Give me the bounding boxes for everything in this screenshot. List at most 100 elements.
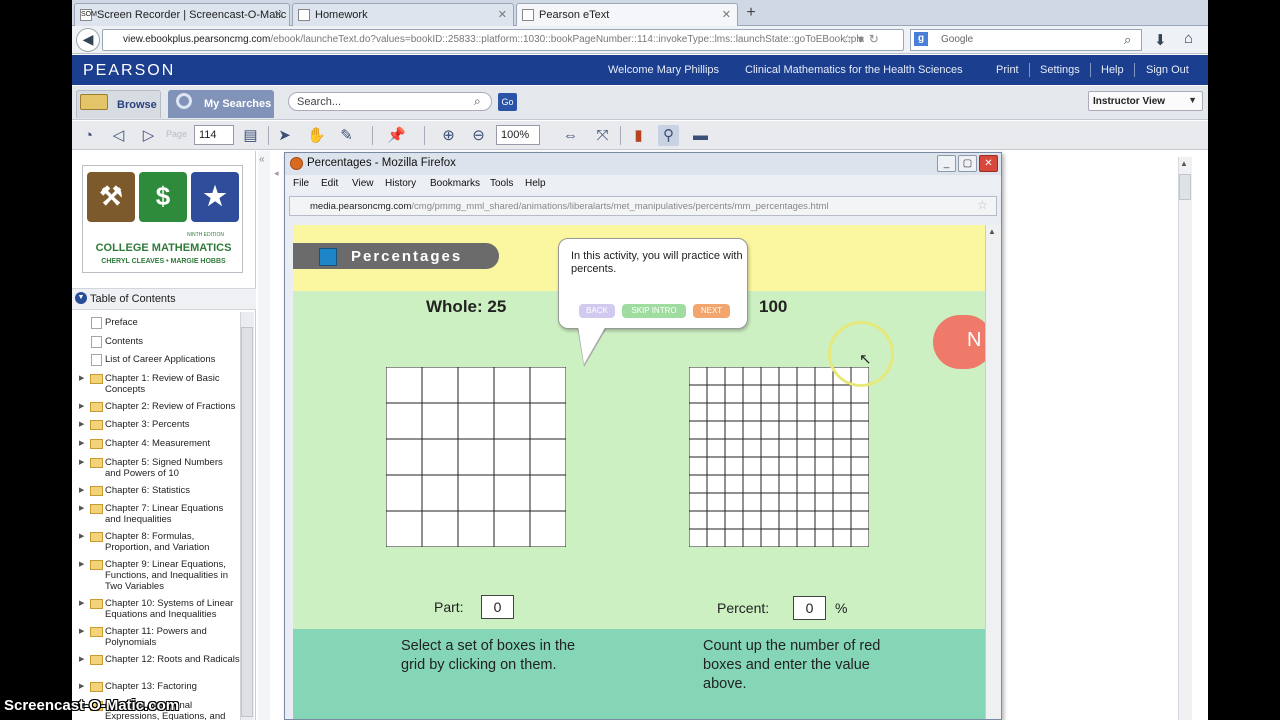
view-select[interactable]: Instructor View ▼	[1088, 91, 1203, 111]
grid-cell[interactable]	[814, 438, 834, 458]
book-cover[interactable]: ⚒ $ ★ NINTH EDITION COLLEGE MATHEMATICS …	[82, 165, 243, 273]
grid-cell[interactable]	[706, 474, 726, 494]
grid-cell[interactable]	[796, 492, 816, 512]
new-tab-button[interactable]: +	[740, 3, 762, 24]
grid-cell[interactable]	[778, 492, 798, 512]
grid-cell[interactable]	[760, 510, 780, 530]
grid-cell[interactable]	[850, 528, 869, 547]
grid-cell[interactable]	[832, 420, 852, 440]
grid-cell[interactable]	[706, 528, 726, 547]
expand-arrow-icon[interactable]: ▶	[79, 503, 84, 514]
grid-cell[interactable]	[689, 528, 708, 547]
grid-cell[interactable]	[742, 384, 762, 404]
expand-arrow-icon[interactable]: ▶	[79, 373, 84, 384]
star-icon[interactable]: ☆	[977, 198, 988, 212]
grid-cell[interactable]	[760, 492, 780, 512]
reload-icon[interactable]: ↻	[869, 32, 884, 46]
fit-page-icon[interactable]: ⤧	[592, 125, 613, 146]
skip-intro-button[interactable]: SKIP INTRO	[622, 304, 686, 318]
grid-cell[interactable]	[832, 528, 852, 547]
grid-cell[interactable]	[742, 402, 762, 422]
grid-cell[interactable]	[724, 474, 744, 494]
media-tool-icon[interactable]: ▬	[690, 125, 711, 146]
tab-pearson-etext[interactable]: Pearson eText ✕	[516, 3, 738, 26]
grid-cell[interactable]	[706, 367, 726, 386]
grid-cell[interactable]	[457, 402, 495, 440]
grid-cell[interactable]	[760, 402, 780, 422]
grid-cell[interactable]	[778, 420, 798, 440]
grid-cell[interactable]	[724, 492, 744, 512]
grid-cell[interactable]	[742, 367, 762, 386]
grid-cell[interactable]	[850, 474, 869, 494]
book-title-link[interactable]: Clinical Mathematics for the Health Scie…	[745, 64, 963, 76]
popup-scrollbar[interactable]	[985, 225, 1001, 719]
grid-cell[interactable]	[760, 474, 780, 494]
expand-arrow-icon[interactable]: ▶	[79, 681, 84, 692]
grid-cell[interactable]	[778, 402, 798, 422]
toc-scrollbar-thumb[interactable]	[241, 327, 253, 717]
toc-header[interactable]: Table of Contents	[72, 288, 256, 310]
grid-cell[interactable]	[706, 384, 726, 404]
grid-cell[interactable]	[529, 474, 566, 512]
grid-cell[interactable]	[832, 492, 852, 512]
grid-cell[interactable]	[742, 492, 762, 512]
menu-history[interactable]: History	[385, 178, 416, 189]
grid-cell[interactable]	[760, 384, 780, 404]
grid-cell[interactable]	[796, 456, 816, 476]
grid-cell[interactable]	[760, 420, 780, 440]
grid-cell[interactable]	[796, 367, 816, 386]
grid-cell[interactable]	[814, 384, 834, 404]
grid-cell[interactable]	[832, 474, 852, 494]
zoom-input[interactable]: 100%	[496, 125, 540, 145]
grid-cell[interactable]	[796, 474, 816, 494]
grid-cell[interactable]	[457, 367, 495, 404]
grid-cell[interactable]	[529, 367, 566, 404]
grid-cell[interactable]	[742, 510, 762, 530]
expand-arrow-icon[interactable]: ▶	[79, 559, 84, 570]
grid-cell[interactable]	[814, 420, 834, 440]
search-input[interactable]: Search...	[288, 92, 492, 111]
pushpin-note-icon[interactable]: 📌	[386, 125, 407, 146]
expand-arrow-icon[interactable]: ▶	[79, 598, 84, 609]
expand-arrow-icon[interactable]: ▶	[79, 457, 84, 468]
tab-homework[interactable]: Homework ✕	[292, 3, 514, 26]
select-pointer-icon[interactable]: ➤	[274, 125, 295, 146]
grid-cell[interactable]	[814, 474, 834, 494]
collapse-sidebar-icon[interactable]: «	[259, 154, 265, 165]
maximize-icon[interactable]: ▢	[958, 155, 977, 172]
download-icon[interactable]: ⬇	[1154, 31, 1167, 49]
previous-page-icon[interactable]: ◁	[108, 125, 129, 146]
history-icon[interactable]: ◔	[78, 125, 99, 146]
back-button[interactable]: BACK	[579, 304, 615, 318]
percent-input[interactable]: 0	[793, 596, 826, 620]
grid-cell[interactable]	[421, 474, 459, 512]
grid-cell[interactable]	[706, 420, 726, 440]
grid-cell[interactable]	[421, 438, 459, 476]
grid-cell[interactable]	[778, 438, 798, 458]
grid-cell[interactable]	[706, 492, 726, 512]
settings-link[interactable]: Settings	[1040, 64, 1080, 76]
zoom-in-icon[interactable]: ⊕	[438, 125, 459, 146]
grid-cell[interactable]	[386, 474, 423, 512]
grid-cell[interactable]	[724, 510, 744, 530]
grid-cell[interactable]	[796, 420, 816, 440]
grid-cell[interactable]	[778, 474, 798, 494]
grid-cell[interactable]	[778, 510, 798, 530]
grid-cell[interactable]	[850, 510, 869, 530]
grid-cell[interactable]	[689, 420, 708, 440]
back-arrow-icon[interactable]: ◀	[76, 28, 100, 52]
grid-cell[interactable]	[742, 528, 762, 547]
reader-scrollbar-thumb[interactable]	[1179, 174, 1191, 200]
expand-arrow-icon[interactable]: ▶	[79, 419, 84, 430]
grid-cell[interactable]	[796, 402, 816, 422]
page-left-arrow-icon[interactable]: ◂	[274, 168, 279, 179]
tab-screen-recorder[interactable]: SOM Screen Recorder | Screencast-O-Matic…	[74, 3, 290, 26]
grid-cell[interactable]	[457, 438, 495, 476]
expand-arrow-icon[interactable]: ▶	[79, 531, 84, 542]
grid-cell[interactable]	[832, 384, 852, 404]
bookmark-icon[interactable]: ▮	[628, 125, 649, 146]
grid-cell[interactable]	[386, 367, 423, 404]
minimize-icon[interactable]: _	[937, 155, 956, 172]
part-input[interactable]: 0	[481, 595, 514, 619]
grid-cell[interactable]	[778, 384, 798, 404]
